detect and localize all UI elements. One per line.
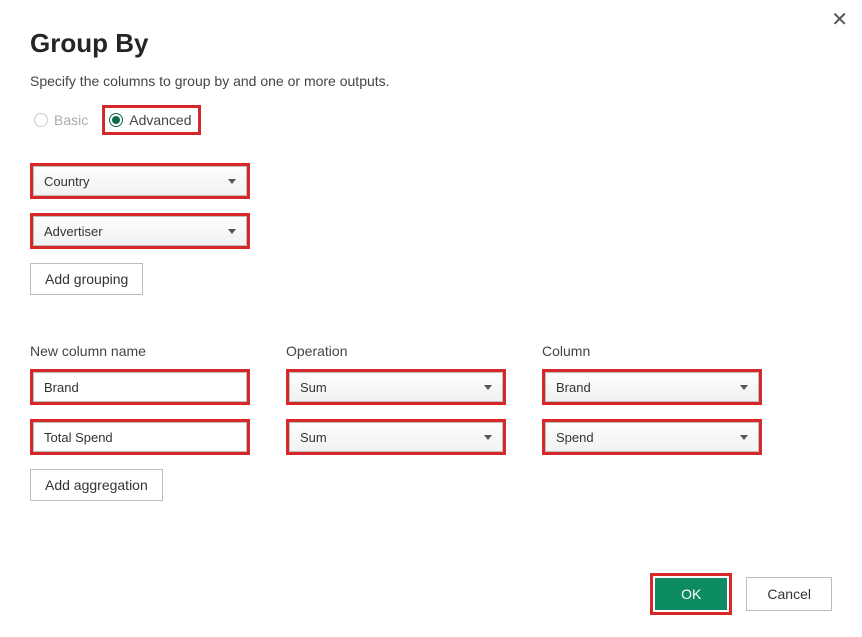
close-icon[interactable]: ✕ xyxy=(831,10,848,30)
chevron-down-icon xyxy=(740,435,748,440)
header-column: Column xyxy=(542,343,762,359)
radio-basic-label: Basic xyxy=(54,112,88,128)
dialog-title: Group By xyxy=(30,28,832,59)
column-dropdown-1[interactable]: Spend xyxy=(545,422,759,452)
radio-advanced-label: Advanced xyxy=(129,112,191,128)
header-operation: Operation xyxy=(286,343,506,359)
dropdown-value: Spend xyxy=(556,430,594,445)
input-value: Brand xyxy=(44,380,79,395)
dialog-footer: OK Cancel xyxy=(650,573,832,615)
radio-advanced[interactable]: Advanced xyxy=(105,108,197,132)
chevron-down-icon xyxy=(228,179,236,184)
dropdown-value: Brand xyxy=(556,380,591,395)
operation-dropdown-0[interactable]: Sum xyxy=(289,372,503,402)
aggregation-row: Total Spend Sum Spend xyxy=(30,419,832,455)
dropdown-value: Sum xyxy=(300,430,327,445)
group-columns-list: Country Advertiser xyxy=(30,163,832,249)
chevron-down-icon xyxy=(484,385,492,390)
dropdown-value: Country xyxy=(44,174,90,189)
add-aggregation-button[interactable]: Add aggregation xyxy=(30,469,163,501)
chevron-down-icon xyxy=(484,435,492,440)
header-new-column-name: New column name xyxy=(30,343,250,359)
radio-icon xyxy=(109,113,123,127)
new-column-name-input-1[interactable]: Total Spend xyxy=(33,422,247,452)
chevron-down-icon xyxy=(740,385,748,390)
cancel-button[interactable]: Cancel xyxy=(746,577,832,611)
group-column-dropdown-0[interactable]: Country xyxy=(33,166,247,196)
aggregation-headers: New column name Operation Column xyxy=(30,343,832,359)
operation-dropdown-1[interactable]: Sum xyxy=(289,422,503,452)
dropdown-value: Advertiser xyxy=(44,224,103,239)
chevron-down-icon xyxy=(228,229,236,234)
radio-icon xyxy=(34,113,48,127)
dropdown-value: Sum xyxy=(300,380,327,395)
ok-button[interactable]: OK xyxy=(655,578,727,610)
radio-basic[interactable]: Basic xyxy=(30,108,94,132)
add-grouping-button[interactable]: Add grouping xyxy=(30,263,143,295)
aggregation-row: Brand Sum Brand xyxy=(30,369,832,405)
input-value: Total Spend xyxy=(44,430,113,445)
mode-radio-group: Basic Advanced xyxy=(30,105,832,135)
group-column-dropdown-1[interactable]: Advertiser xyxy=(33,216,247,246)
column-dropdown-0[interactable]: Brand xyxy=(545,372,759,402)
dialog-subtitle: Specify the columns to group by and one … xyxy=(30,73,832,89)
new-column-name-input-0[interactable]: Brand xyxy=(33,372,247,402)
